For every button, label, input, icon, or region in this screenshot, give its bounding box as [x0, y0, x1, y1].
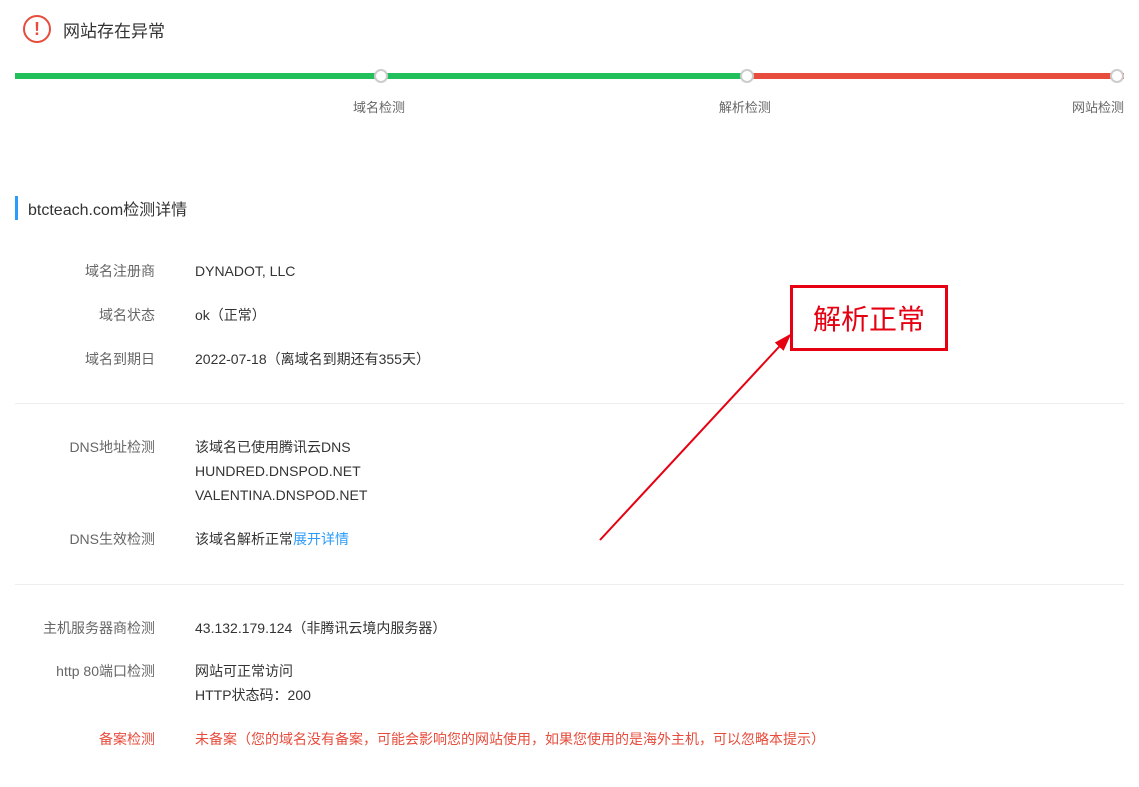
expiry-label: 域名到期日: [15, 348, 195, 372]
dns-info-group: DNS地址检测 该域名已使用腾讯云DNS HUNDRED.DNSPOD.NET …: [15, 416, 1124, 571]
expand-details-link[interactable]: 展开详情: [293, 531, 349, 547]
detail-row: 域名注册商 DYNADOT, LLC: [15, 250, 1124, 294]
page-title: 网站存在异常: [63, 17, 165, 42]
detail-row: 备案检测 未备案（您的域名没有备案，可能会影响您的网站使用，如果您使用的是海外主…: [15, 718, 1124, 762]
progress-node-site: [1110, 69, 1124, 83]
dns-addr-value: 该域名已使用腾讯云DNS HUNDRED.DNSPOD.NET VALENTIN…: [195, 436, 1124, 507]
dns-effect-label: DNS生效检测: [15, 528, 195, 552]
status-label: 域名状态: [15, 304, 195, 328]
dns-addr-line1: 该域名已使用腾讯云DNS: [195, 436, 1124, 460]
registrar-value: DYNADOT, LLC: [195, 260, 1124, 284]
progress-label-dns: 解析检测: [405, 97, 771, 116]
domain-info-group: 域名注册商 DYNADOT, LLC 域名状态 ok（正常） 域名到期日 202…: [15, 240, 1124, 391]
progress-label-domain: 域名检测: [39, 97, 405, 116]
host-label: 主机服务器商检测: [15, 617, 195, 641]
dns-effect-value: 该域名解析正常展开详情: [195, 528, 1124, 552]
progress-bar: 域名检测 解析检测 网站检测: [15, 73, 1124, 116]
divider: [15, 403, 1124, 404]
status-value: ok（正常）: [195, 304, 1124, 328]
host-info-group: 主机服务器商检测 43.132.179.124（非腾讯云境内服务器） http …: [15, 597, 1124, 772]
beian-label: 备案检测: [15, 728, 195, 752]
http-line1: 网站可正常访问: [195, 660, 1124, 684]
detail-row: 域名状态 ok（正常）: [15, 294, 1124, 338]
detail-row: http 80端口检测 网站可正常访问 HTTP状态码：200: [15, 650, 1124, 718]
annotation-callout: 解析正常: [790, 285, 948, 351]
progress-segment-error: [747, 73, 1124, 79]
http-line2: HTTP状态码：200: [195, 684, 1124, 708]
beian-value: 未备案（您的域名没有备案，可能会影响您的网站使用，如果您使用的是海外主机，可以忽…: [195, 728, 1124, 752]
annotation-text: 解析正常: [813, 304, 925, 335]
detail-row: DNS生效检测 该域名解析正常展开详情: [15, 518, 1124, 562]
dns-effect-text: 该域名解析正常: [195, 531, 293, 547]
http-value: 网站可正常访问 HTTP状态码：200: [195, 660, 1124, 708]
progress-node-dns: [740, 69, 754, 83]
progress-label-site: 网站检测: [747, 97, 1124, 116]
registrar-label: 域名注册商: [15, 260, 195, 284]
detail-row: 主机服务器商检测 43.132.179.124（非腾讯云境内服务器）: [15, 607, 1124, 651]
expiry-value: 2022-07-18（离域名到期还有355天）: [195, 348, 1124, 372]
dns-addr-line2: HUNDRED.DNSPOD.NET: [195, 460, 1124, 484]
page-header: ! 网站存在异常: [15, 15, 1124, 43]
http-label: http 80端口检测: [15, 660, 195, 708]
detail-row: DNS地址检测 该域名已使用腾讯云DNS HUNDRED.DNSPOD.NET …: [15, 426, 1124, 517]
detail-row: 域名到期日 2022-07-18（离域名到期还有355天）: [15, 338, 1124, 382]
dns-addr-label: DNS地址检测: [15, 436, 195, 507]
progress-node-domain: [374, 69, 388, 83]
dns-addr-line3: VALENTINA.DNSPOD.NET: [195, 484, 1124, 508]
host-value: 43.132.179.124（非腾讯云境内服务器）: [195, 617, 1124, 641]
divider: [15, 584, 1124, 585]
alert-icon: !: [23, 15, 51, 43]
section-title: btcteach.com检测详情: [15, 196, 1124, 220]
